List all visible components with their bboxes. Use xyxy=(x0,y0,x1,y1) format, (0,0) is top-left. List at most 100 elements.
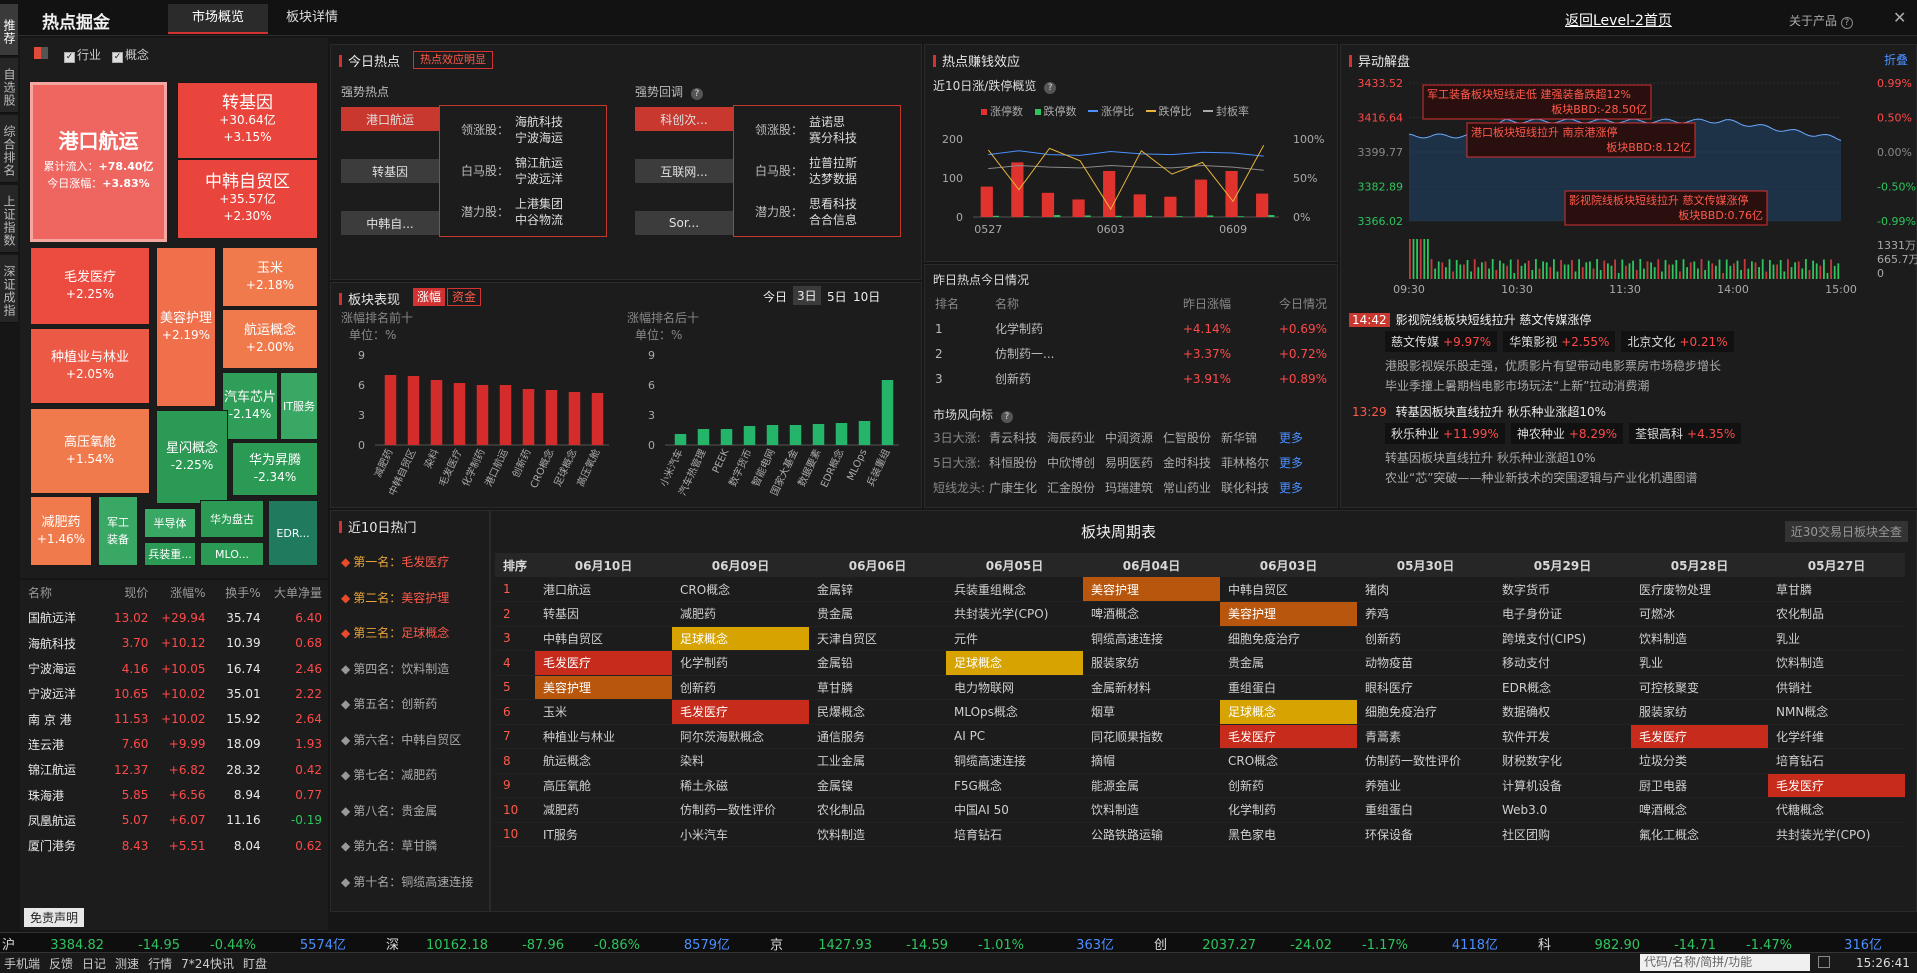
detail-stock[interactable]: 海航科技 xyxy=(515,114,563,130)
sector-cell[interactable]: 跨境支付(CIPS) xyxy=(1494,626,1631,651)
disclaimer-button[interactable]: 免责声明 xyxy=(24,908,85,927)
wind-stock[interactable]: 汇金股份 xyxy=(1047,479,1105,496)
detail-stock[interactable]: 中谷物流 xyxy=(515,212,563,228)
sector-cell[interactable]: 可燃冰 xyxy=(1631,601,1768,627)
sector-cell[interactable]: 美容护理 xyxy=(1220,601,1357,627)
bar-down[interactable] xyxy=(1268,215,1275,217)
hot10-item[interactable]: ◆ 第八名：贵金属 xyxy=(341,802,491,838)
anomaly-note[interactable]: 影视院线板块短线拉升 慈文传媒涨停板块BBD:0.76亿 xyxy=(1564,190,1768,226)
side-tab-recommend[interactable]: 推荐 xyxy=(0,4,18,56)
sector-cell[interactable]: 毛发医疗 xyxy=(672,699,809,725)
sector-cell[interactable]: 农化制品 xyxy=(1768,601,1905,627)
heatmap-tile[interactable]: 中韩自贸区 +35.57亿 +2.30% xyxy=(177,159,318,239)
heatmap-grid-icon[interactable] xyxy=(34,47,48,59)
side-tab-sh-index[interactable]: 上证指数 xyxy=(0,185,18,253)
checkbox-concept[interactable]: ✓ xyxy=(112,52,123,63)
sector-cell[interactable]: 社区团购 xyxy=(1494,822,1631,847)
heatmap-tile[interactable]: 高压氧舱 +1.54% xyxy=(30,408,150,494)
more-link[interactable]: 更多 xyxy=(1279,456,1303,470)
bar-down[interactable] xyxy=(1084,215,1091,217)
tab-market-overview[interactable]: 市场概览 xyxy=(168,4,268,34)
sector-cell[interactable]: 培育钻石 xyxy=(946,822,1083,847)
sector-cell[interactable]: 毛发医疗 xyxy=(1631,724,1768,749)
bar[interactable] xyxy=(545,390,558,445)
hot10-item[interactable]: ◆ 第九名：草甘膦 xyxy=(341,837,491,873)
sector-cell[interactable]: 计算机设备 xyxy=(1494,773,1631,798)
wind-stock[interactable]: 海辰药业 xyxy=(1047,429,1105,446)
wind-stock[interactable]: 联化科技 xyxy=(1221,479,1279,496)
sector-cell[interactable]: 金属镍 xyxy=(809,773,946,798)
heatmap-tile[interactable]: 华为昇腾 -2.34% xyxy=(232,442,318,496)
period-5d[interactable]: 5日 xyxy=(827,288,847,305)
sector-cell[interactable]: 垃圾分类 xyxy=(1631,748,1768,774)
sector-cell[interactable]: 工业金属 xyxy=(809,748,946,774)
news-stock-tag[interactable]: 慈文传媒 +9.97% xyxy=(1385,331,1498,352)
bar[interactable] xyxy=(591,393,604,445)
sector-cell[interactable]: 毛发医疗 xyxy=(1220,724,1357,749)
heatmap-tile[interactable]: 玉米 +2.18% xyxy=(222,247,318,307)
sector-cell[interactable]: MLOps概念 xyxy=(946,699,1083,725)
back-level2-link[interactable]: 返回Level-2首页 xyxy=(1565,10,1672,30)
search-input[interactable]: 代码/名称/简拼/功能 xyxy=(1640,954,1810,971)
strong-hot-item[interactable]: 中韩自... xyxy=(341,211,439,235)
detail-stock[interactable]: 赛分科技 xyxy=(809,130,857,146)
sector-cell[interactable]: 公路铁路运输 xyxy=(1083,822,1220,847)
fold-button[interactable]: 折叠 xyxy=(1884,51,1908,68)
news-stock-tag[interactable]: 华策影视 +2.55% xyxy=(1503,331,1616,352)
yesterday-row[interactable]: 2 仿制药一... +3.37% +0.72% xyxy=(935,341,1335,366)
sector-cell[interactable]: 共封装光学(CPO) xyxy=(946,601,1083,627)
tab-capital[interactable]: 资金 xyxy=(447,288,482,306)
sector-cell[interactable]: 创新药 xyxy=(672,675,809,700)
sector-cell[interactable]: 创新药 xyxy=(1357,626,1494,651)
sector-cell[interactable]: 数据确权 xyxy=(1494,699,1631,725)
sector-cell[interactable]: 软件开发 xyxy=(1494,724,1631,749)
sector-cell[interactable]: 足球概念 xyxy=(1220,699,1357,725)
bar-down[interactable] xyxy=(1115,215,1122,217)
status-item[interactable]: 行情 xyxy=(148,957,172,971)
wind-stock[interactable]: 中欣博创 xyxy=(1047,454,1105,471)
news-stock-tag[interactable]: 北京文化 +0.21% xyxy=(1621,331,1734,352)
bar-down[interactable] xyxy=(992,215,1000,217)
sector-cell[interactable]: 电子身份证 xyxy=(1494,601,1631,627)
bar-down[interactable] xyxy=(1237,216,1244,217)
sector-cell[interactable]: EDR概念 xyxy=(1494,675,1631,700)
sector-cell[interactable]: 贵金属 xyxy=(809,601,946,627)
sector-cell[interactable]: 数字货币 xyxy=(1494,577,1631,602)
sector-cell[interactable]: 服装家纺 xyxy=(1631,699,1768,725)
index-quote[interactable]: 创 2037.27 -24.02 -1.17% 4118亿 xyxy=(1154,934,1534,953)
status-item[interactable]: 日记 xyxy=(82,957,106,971)
help-icon[interactable]: ? xyxy=(1044,82,1057,94)
sector-cell[interactable]: 细胞免疫治疗 xyxy=(1220,626,1357,651)
tab-change[interactable]: 涨幅 xyxy=(413,288,446,306)
sector-cell[interactable]: IT服务 xyxy=(535,822,672,847)
bar[interactable] xyxy=(384,375,397,445)
sector-cell[interactable]: 细胞免疫治疗 xyxy=(1357,699,1494,725)
sector-cell[interactable]: 养鸡 xyxy=(1357,601,1494,627)
sector-cell[interactable]: 饮料制造 xyxy=(1631,626,1768,651)
sector-cell[interactable]: 仿制药一致性评价 xyxy=(672,797,809,823)
filter-industry[interactable]: ✓ 行业 xyxy=(64,46,101,63)
detail-stock[interactable]: 思看科技 xyxy=(809,196,857,212)
bar[interactable] xyxy=(881,380,894,445)
bar[interactable] xyxy=(697,429,710,445)
heatmap-tile[interactable]: 华为盘古 xyxy=(200,500,264,538)
side-tab-ranking[interactable]: 综合排名 xyxy=(0,115,18,183)
stock-row[interactable]: 厦门港务 8.43 +5.51 8.04 0.62 xyxy=(28,833,328,858)
detail-stock[interactable]: 拉普拉斯 xyxy=(809,155,857,171)
heatmap-tile[interactable]: 种植业与林业 +2.05% xyxy=(30,328,150,404)
wind-stock[interactable]: 新华锦 xyxy=(1221,429,1279,446)
period-col-header[interactable]: 06月06日 xyxy=(809,553,946,577)
period-col-header[interactable]: 06月05日 xyxy=(946,553,1083,577)
index-quote[interactable]: 京 1427.93 -14.59 -1.01% 363亿 xyxy=(770,934,1150,953)
bar-up[interactable] xyxy=(1072,199,1085,217)
heatmap-tile[interactable]: IT服务 xyxy=(280,372,318,440)
status-item[interactable]: 测速 xyxy=(115,957,139,971)
status-icon[interactable] xyxy=(1818,956,1830,968)
hot10-item[interactable]: ◆ 第二名：美容护理 xyxy=(341,589,491,625)
bar-up[interactable] xyxy=(1011,162,1024,217)
stock-row[interactable]: 珠海港 5.85 +6.56 8.94 0.77 xyxy=(28,782,328,807)
sector-cell[interactable]: 饮料制造 xyxy=(1768,650,1905,676)
sector-cell[interactable]: 啤酒概念 xyxy=(1083,601,1220,627)
pullback-item[interactable]: Sor... xyxy=(635,211,733,235)
sector-cell[interactable]: 小米汽车 xyxy=(672,822,809,847)
